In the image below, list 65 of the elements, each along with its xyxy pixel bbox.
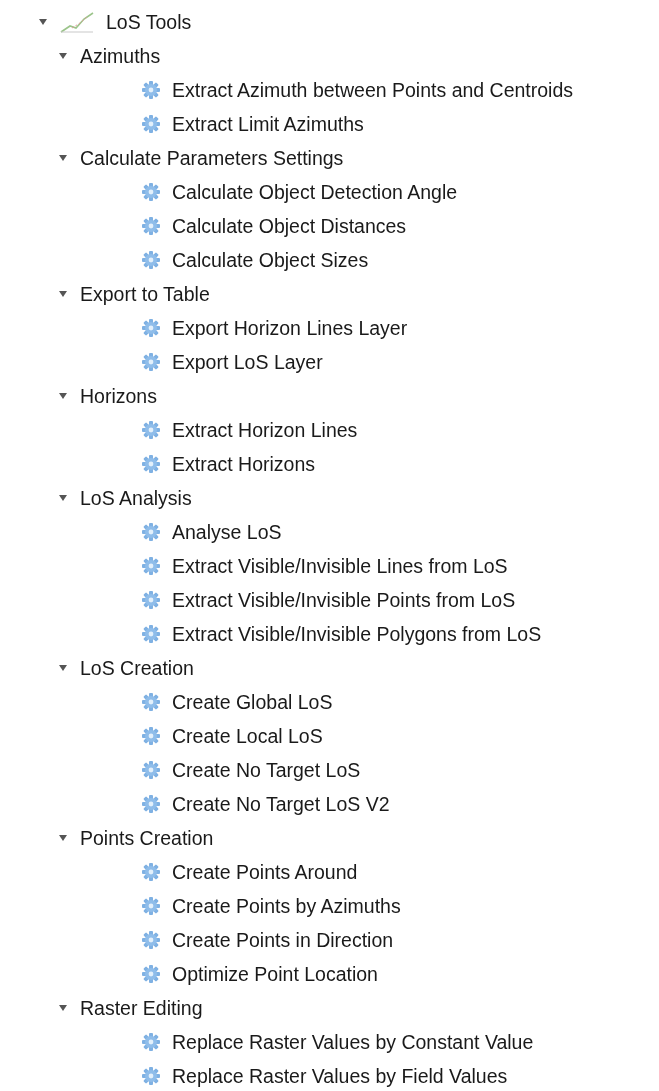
expand-caret-icon[interactable] <box>58 1003 68 1013</box>
tool-item[interactable]: Extract Horizons <box>172 452 316 476</box>
group-item[interactable]: Raster Editing <box>80 996 203 1020</box>
tool-item[interactable]: Optimize Point Location <box>172 962 378 986</box>
tool-item[interactable]: Create Points in Direction <box>172 928 394 952</box>
gear-icon <box>142 523 160 541</box>
gear-icon <box>142 897 160 915</box>
provider-item[interactable]: LoS Tools <box>106 10 192 34</box>
tool-item[interactable]: Calculate Object Distances <box>172 214 407 238</box>
gear-icon <box>142 183 160 201</box>
group-item[interactable]: Calculate Parameters Settings <box>80 146 344 170</box>
gear-icon <box>142 251 160 269</box>
gear-icon <box>142 319 160 337</box>
gear-icon <box>142 1067 160 1085</box>
tool-item[interactable]: Export LoS Layer <box>172 350 323 374</box>
expand-caret-icon[interactable] <box>58 153 68 163</box>
tool-item[interactable]: Extract Visible/Invisible Points from LoS <box>172 588 516 612</box>
group-item[interactable]: Horizons <box>80 384 157 408</box>
gear-icon <box>142 455 160 473</box>
tool-item[interactable]: Create No Target LoS V2 <box>172 792 390 816</box>
gear-icon <box>142 625 160 643</box>
gear-icon <box>142 557 160 575</box>
tool-item[interactable]: Calculate Object Detection Angle <box>172 180 458 204</box>
gear-icon <box>142 863 160 881</box>
gear-icon <box>142 353 160 371</box>
group-item[interactable]: LoS Creation <box>80 656 194 680</box>
gear-icon <box>142 727 160 745</box>
tool-item[interactable]: Extract Limit Azimuths <box>172 112 364 136</box>
gear-icon <box>142 217 160 235</box>
tool-item[interactable]: Create No Target LoS <box>172 758 361 782</box>
tool-item[interactable]: Create Points by Azimuths <box>172 894 401 918</box>
expand-caret-icon[interactable] <box>58 663 68 673</box>
tool-item[interactable]: Create Global LoS <box>172 690 333 714</box>
group-item[interactable]: Azimuths <box>80 44 161 68</box>
expand-caret-icon[interactable] <box>58 289 68 299</box>
tool-item[interactable]: Extract Visible/Invisible Polygons from LoS <box>172 622 542 646</box>
gear-icon <box>142 1033 160 1051</box>
gear-icon <box>142 693 160 711</box>
expand-caret-icon[interactable] <box>58 391 68 401</box>
expand-caret-icon[interactable] <box>58 493 68 503</box>
tool-item[interactable]: Replace Raster Values by Field Values <box>172 1064 508 1088</box>
gear-icon <box>142 421 160 439</box>
gear-icon <box>142 795 160 813</box>
expand-caret-icon[interactable] <box>38 17 48 27</box>
gear-icon <box>142 931 160 949</box>
tool-item[interactable]: Analyse LoS <box>172 520 282 544</box>
tool-item[interactable]: Extract Azimuth between Points and Centroids <box>172 78 574 102</box>
line-chart-icon <box>60 11 94 33</box>
gear-icon <box>142 115 160 133</box>
tool-item[interactable]: Create Points Around <box>172 860 358 884</box>
expand-caret-icon[interactable] <box>58 51 68 61</box>
tool-item[interactable]: Extract Visible/Invisible Lines from LoS <box>172 554 508 578</box>
gear-icon <box>142 761 160 779</box>
gear-icon <box>142 591 160 609</box>
tool-item[interactable]: Extract Horizon Lines <box>172 418 358 442</box>
gear-icon <box>142 965 160 983</box>
group-item[interactable]: Export to Table <box>80 282 210 306</box>
tool-item[interactable]: Export Horizon Lines Layer <box>172 316 408 340</box>
tool-item[interactable]: Calculate Object Sizes <box>172 248 369 272</box>
expand-caret-icon[interactable] <box>58 833 68 843</box>
tool-item[interactable]: Replace Raster Values by Constant Value <box>172 1030 534 1054</box>
group-item[interactable]: Points Creation <box>80 826 214 850</box>
gear-icon <box>142 81 160 99</box>
group-item[interactable]: LoS Analysis <box>80 486 192 510</box>
tool-item[interactable]: Create Local LoS <box>172 724 323 748</box>
